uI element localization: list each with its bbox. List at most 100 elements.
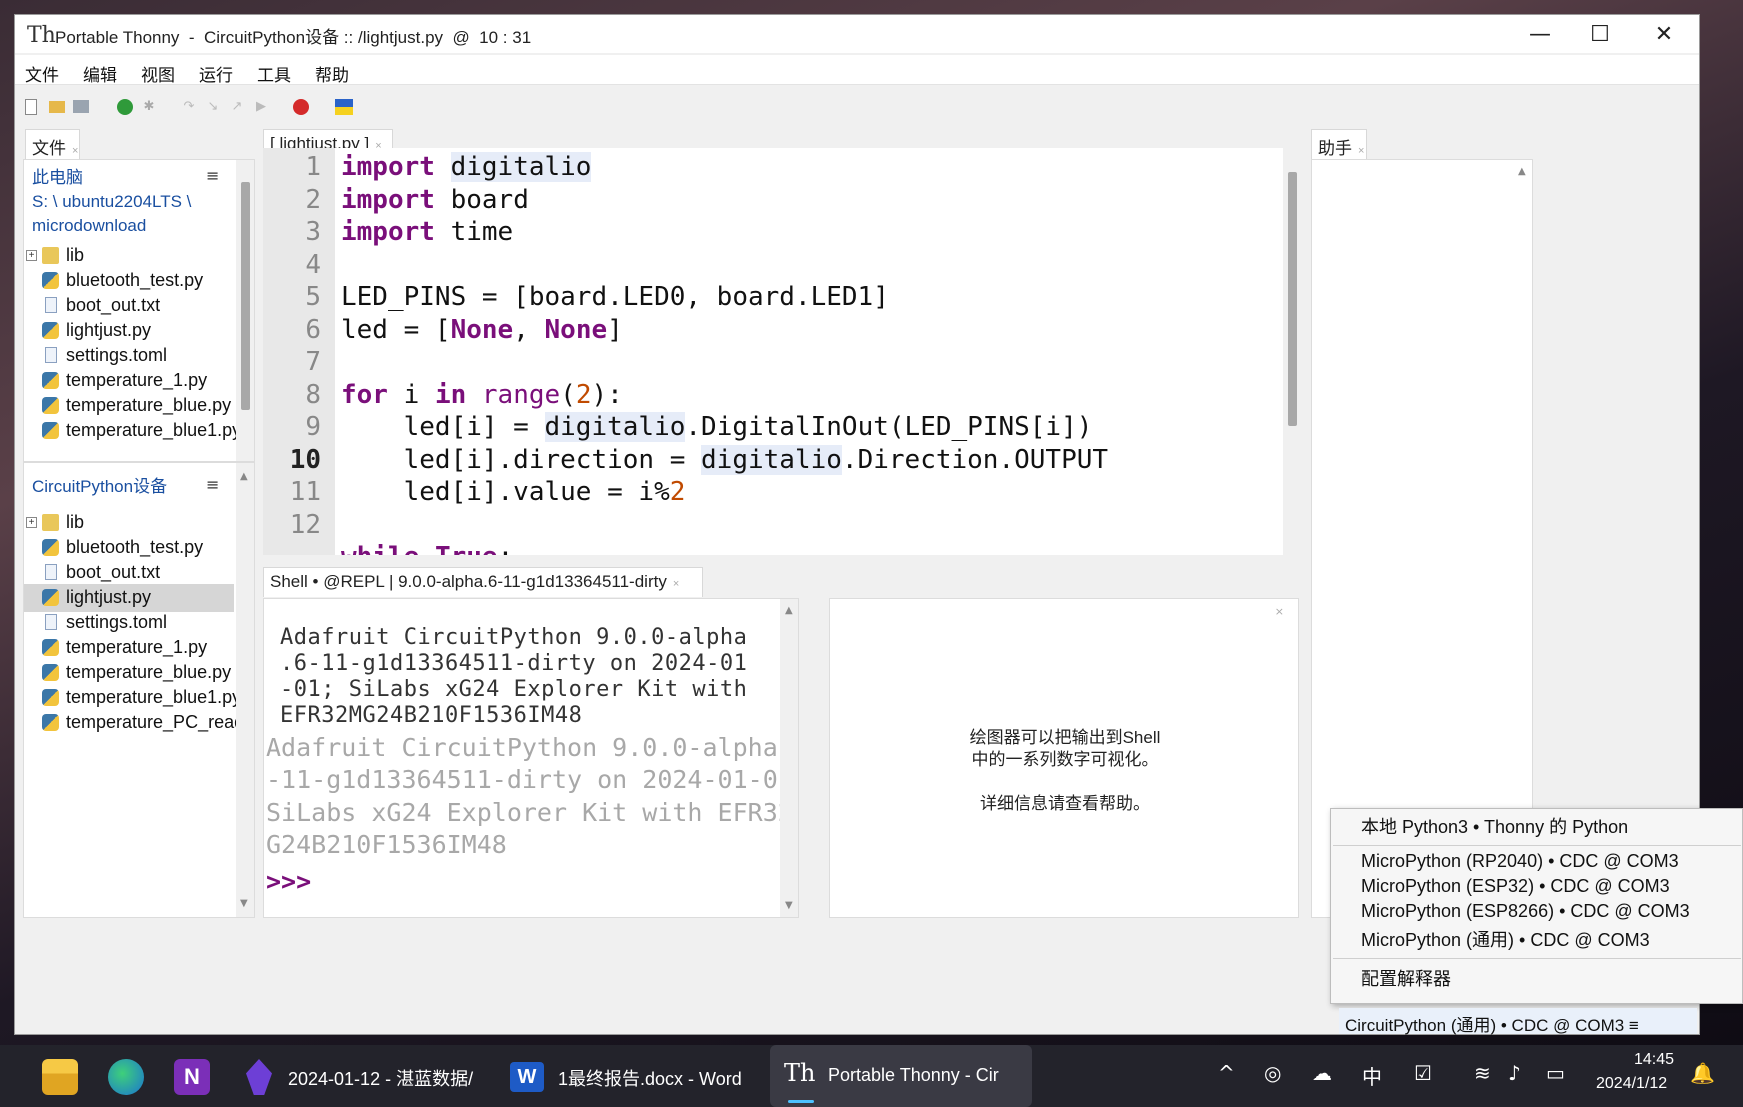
scroll-down-icon[interactable]: ▼ bbox=[785, 900, 793, 911]
local-item-lib[interactable]: + lib bbox=[24, 242, 250, 270]
debug-icon[interactable]: ✱ bbox=[141, 99, 157, 115]
run-icon[interactable] bbox=[117, 99, 133, 115]
clock-date[interactable]: 2024/1/12 bbox=[1596, 1075, 1667, 1093]
tab-assistant-close-icon[interactable]: × bbox=[1358, 145, 1364, 157]
obsidian-icon[interactable] bbox=[246, 1059, 272, 1095]
device-item-bluetooth[interactable]: bluetooth_test.py bbox=[24, 534, 250, 562]
scroll-down-icon[interactable]: ▼ bbox=[240, 898, 248, 909]
tray-app-icon[interactable]: ◎ bbox=[1264, 1061, 1281, 1085]
shell-prompt: >>> bbox=[266, 867, 312, 896]
interpreter-option-esp32[interactable]: MicroPython (ESP32) • CDC @ COM3 bbox=[1361, 876, 1670, 897]
local-item-boot[interactable]: boot_out.txt bbox=[24, 292, 250, 320]
local-item-tempblue[interactable]: temperature_blue.py bbox=[24, 392, 250, 420]
interpreter-option-rp2040[interactable]: MicroPython (RP2040) • CDC @ COM3 bbox=[1361, 851, 1679, 872]
local-path-header[interactable]: 此电脑 S: \ ubuntu2204LTS \ microdownload bbox=[32, 166, 191, 238]
device-item-lib[interactable]: + lib bbox=[24, 509, 250, 537]
expand-icon[interactable]: + bbox=[26, 250, 37, 261]
menu-tools[interactable]: 工具 bbox=[257, 61, 291, 86]
editor-scrollbar[interactable] bbox=[1283, 148, 1303, 555]
tab-shell-close-icon[interactable]: × bbox=[673, 578, 679, 590]
expand-icon[interactable]: + bbox=[26, 517, 37, 528]
local-path-line1: S: \ ubuntu2204LTS \ bbox=[32, 192, 192, 211]
file-label: temperature_1.py bbox=[66, 370, 208, 390]
step-over-icon[interactable]: ↷ bbox=[181, 99, 197, 115]
menu-view[interactable]: 视图 bbox=[141, 61, 175, 86]
interpreter-status-button[interactable]: CircuitPython (通用) • CDC @ COM3 ≡ bbox=[1339, 1008, 1697, 1035]
resume-icon[interactable]: ▶ bbox=[253, 99, 269, 115]
assistant-scrollbar[interactable]: ▲ bbox=[1514, 160, 1532, 917]
interpreter-option-local-python[interactable]: 本地 Python3 • Thonny 的 Python bbox=[1361, 813, 1628, 839]
security-check-icon[interactable]: ☑ bbox=[1414, 1061, 1432, 1085]
title-bar: Th Portable Thonny - CircuitPython设备 :: … bbox=[15, 15, 1699, 53]
local-scrollbar[interactable] bbox=[236, 160, 254, 461]
code-editor[interactable]: 1 2 3 4 5 6 7 8 9 10 11 12 import digita… bbox=[263, 148, 1303, 555]
tab-files[interactable]: 文件 × bbox=[25, 129, 80, 159]
local-item-lightjust[interactable]: lightjust.py bbox=[24, 317, 250, 345]
save-icon[interactable] bbox=[73, 100, 89, 113]
file-label: temperature_blue.py bbox=[66, 662, 232, 682]
taskbar-item-explorer-window[interactable]: 2024-01-12 - 湛蓝数据/ bbox=[288, 1065, 473, 1091]
device-item-temppc[interactable]: temperature_PC_read bbox=[24, 709, 250, 737]
shell-console[interactable]: Adafruit CircuitPython 9.0.0-alpha .6-11… bbox=[263, 598, 799, 918]
battery-icon[interactable]: ▭ bbox=[1546, 1061, 1565, 1085]
notification-bell-icon[interactable]: 🔔 bbox=[1690, 1061, 1715, 1085]
plotter-close-icon[interactable]: × bbox=[1275, 605, 1284, 618]
shell-banner-line-1: Adafruit CircuitPython 9.0.0-alpha bbox=[280, 625, 748, 650]
onenote-icon[interactable]: N bbox=[174, 1059, 210, 1095]
tray-overflow-chevron-icon[interactable]: ^ bbox=[1218, 1061, 1235, 1085]
open-file-icon[interactable] bbox=[49, 101, 65, 113]
volume-icon[interactable]: ♪ bbox=[1508, 1061, 1521, 1085]
device-item-lightjust-selected[interactable]: lightjust.py bbox=[24, 584, 234, 612]
interpreter-option-micropython-generic[interactable]: MicroPython (通用) • CDC @ COM3 bbox=[1361, 926, 1650, 952]
word-icon[interactable]: W bbox=[510, 1062, 544, 1092]
python-file-icon bbox=[42, 689, 59, 706]
line-number: 9 bbox=[305, 412, 321, 442]
device-item-settings[interactable]: settings.toml bbox=[24, 609, 250, 637]
menu-help[interactable]: 帮助 bbox=[315, 61, 349, 86]
menu-run[interactable]: 运行 bbox=[199, 61, 233, 86]
clock-time[interactable]: 14:45 bbox=[1634, 1051, 1674, 1069]
local-item-bluetooth[interactable]: bluetooth_test.py bbox=[24, 267, 250, 295]
device-item-tempblue[interactable]: temperature_blue.py bbox=[24, 659, 250, 687]
scroll-up-icon[interactable]: ▲ bbox=[240, 471, 248, 482]
plotter-info-line-3: 详细信息请查看帮助。 bbox=[980, 794, 1150, 813]
wifi-icon[interactable]: ≋ bbox=[1474, 1061, 1491, 1085]
device-item-tempblue1[interactable]: temperature_blue1.py bbox=[24, 684, 250, 712]
editor-scroll-thumb[interactable] bbox=[1288, 172, 1297, 426]
local-item-settings[interactable]: settings.toml bbox=[24, 342, 250, 370]
file-explorer-icon[interactable] bbox=[42, 1059, 78, 1095]
local-menu-icon[interactable]: ≡ bbox=[206, 166, 219, 185]
code-line-10: led[i].direction = digitalio.Direction.O… bbox=[341, 445, 1109, 475]
tab-shell[interactable]: Shell • @REPL | 9.0.0-alpha.6-11-g1d1336… bbox=[263, 567, 703, 597]
maximize-button[interactable]: ☐ bbox=[1565, 15, 1635, 53]
device-header[interactable]: CircuitPython设备 bbox=[32, 475, 167, 499]
tab-assistant[interactable]: 助手 × bbox=[1311, 129, 1367, 159]
tab-files-close-icon[interactable]: × bbox=[72, 145, 78, 157]
device-scrollbar[interactable]: ▲ ▼ bbox=[236, 463, 254, 917]
menu-file[interactable]: 文件 bbox=[25, 61, 59, 86]
device-item-boot[interactable]: boot_out.txt bbox=[24, 559, 250, 587]
interpreter-option-esp8266[interactable]: MicroPython (ESP8266) • CDC @ COM3 bbox=[1361, 901, 1690, 922]
step-into-icon[interactable]: ↘ bbox=[205, 99, 221, 115]
shell-scrollbar[interactable]: ▲ ▼ bbox=[780, 599, 798, 917]
configure-interpreter-option[interactable]: 配置解释器 bbox=[1361, 965, 1451, 991]
close-button[interactable]: ✕ bbox=[1629, 15, 1699, 53]
device-menu-icon[interactable]: ≡ bbox=[206, 475, 219, 494]
local-item-tempblue1[interactable]: temperature_blue1.py bbox=[24, 417, 250, 445]
device-item-temp1[interactable]: temperature_1.py bbox=[24, 634, 250, 662]
local-scroll-thumb[interactable] bbox=[241, 182, 250, 410]
toolbar: ✱ ↷ ↘ ↗ ▶ bbox=[15, 85, 1699, 129]
onedrive-cloud-icon[interactable]: ☁ bbox=[1312, 1061, 1332, 1085]
taskbar-item-word[interactable]: 1最终报告.docx - Word bbox=[558, 1065, 742, 1091]
local-item-temp1[interactable]: temperature_1.py bbox=[24, 367, 250, 395]
menu-edit[interactable]: 编辑 bbox=[83, 61, 117, 86]
scroll-up-icon[interactable]: ▲ bbox=[1518, 166, 1526, 177]
taskbar-item-thonny-active[interactable]: Th Portable Thonny - Cir bbox=[770, 1045, 1032, 1107]
step-out-icon[interactable]: ↗ bbox=[229, 99, 245, 115]
ukraine-flag-icon[interactable] bbox=[335, 99, 353, 115]
new-file-icon[interactable] bbox=[25, 99, 37, 115]
scroll-up-icon[interactable]: ▲ bbox=[785, 605, 793, 616]
stop-icon[interactable] bbox=[293, 99, 309, 115]
edge-browser-icon[interactable] bbox=[108, 1059, 144, 1095]
ime-indicator[interactable]: 中 bbox=[1362, 1061, 1382, 1090]
